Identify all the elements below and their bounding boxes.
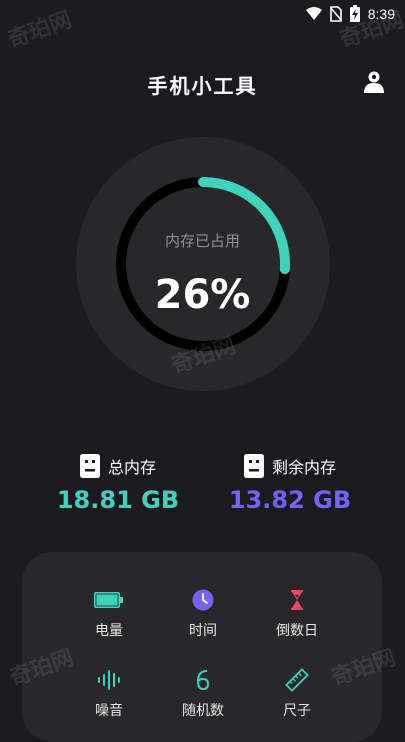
tool-label: 噪音 [95,703,123,719]
tools-panel: 电量 时间 倒数日 噪音 随机数 尺子 [22,552,382,742]
wifi-icon [305,6,322,20]
free-memory-label: 剩余内存 [271,458,336,477]
total-memory-stat: 总内存 18.81 GB [28,454,208,514]
tool-countdown[interactable]: 倒数日 [252,588,342,640]
total-memory-value: 18.81 GB [56,486,180,514]
tool-label: 电量 [95,623,123,639]
random-number-icon [196,670,210,691]
no-sim-icon [329,5,342,22]
free-memory-value: 13.82 GB [228,486,352,514]
tool-label: 倒数日 [276,623,318,639]
header: 手机小工具 [0,62,405,102]
profile-icon[interactable] [363,70,385,94]
ruler-icon [285,668,309,692]
gauge-label: 内存已占用 [164,232,240,250]
gauge-percent: 26% [154,272,251,318]
tool-random[interactable]: 随机数 [158,668,248,720]
tool-battery[interactable]: 电量 [64,588,154,640]
free-memory-stat: 剩余内存 13.82 GB [200,454,380,514]
battery-icon [94,592,123,608]
tool-time[interactable]: 时间 [158,588,248,640]
sd-card-icon [79,454,100,478]
sound-wave-icon [98,670,120,690]
clock-icon [192,589,214,611]
hourglass-icon [291,590,303,610]
sd-card-icon [243,454,264,478]
tool-label: 时间 [189,623,217,639]
tool-label: 尺子 [283,703,311,719]
tool-ruler[interactable]: 尺子 [252,668,342,720]
tool-label: 随机数 [182,703,224,719]
app-title: 手机小工具 [147,74,258,98]
total-memory-label: 总内存 [107,458,156,477]
tool-noise[interactable]: 噪音 [64,668,154,720]
